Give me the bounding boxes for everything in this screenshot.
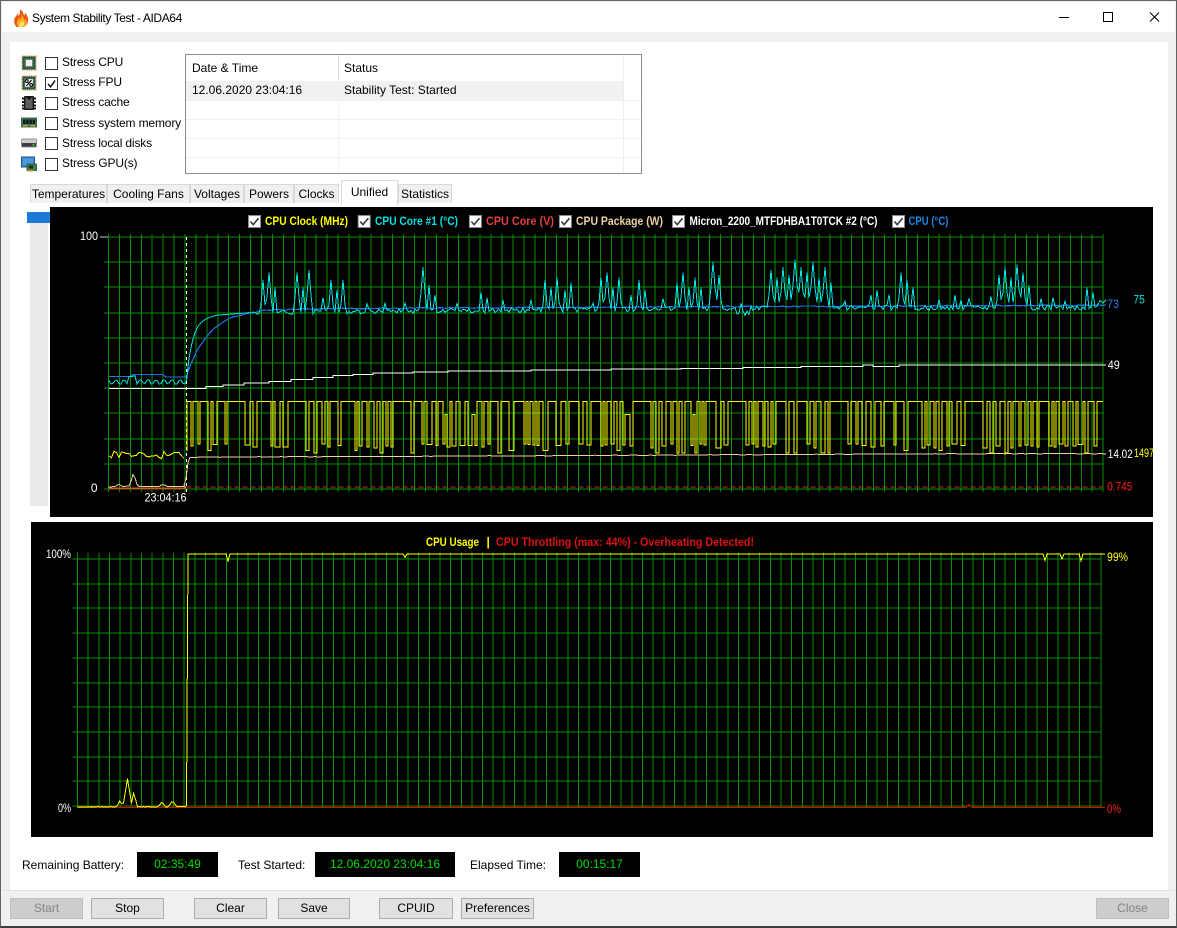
- svg-text:1497: 1497: [1134, 446, 1153, 460]
- svg-text:Micron_2200_MTFDHBA1T0TCK #2 (: Micron_2200_MTFDHBA1T0TCK #2 (°C): [690, 214, 878, 228]
- svg-text:0: 0: [91, 481, 98, 495]
- svg-text:CPU Package (W): CPU Package (W): [576, 214, 663, 228]
- svg-text:49: 49: [1108, 358, 1120, 372]
- svg-text:99%: 99%: [1107, 550, 1128, 564]
- svg-text:CPU Core (V): CPU Core (V): [486, 214, 554, 228]
- svg-text:CPU Clock (MHz): CPU Clock (MHz): [265, 214, 348, 228]
- svg-text:0%: 0%: [58, 801, 71, 815]
- svg-text:CPU Usage: CPU Usage: [426, 535, 479, 549]
- svg-text:CPU Throttling (max: 44%) - Ov: CPU Throttling (max: 44%) - Overheating …: [496, 535, 754, 549]
- svg-text:100%: 100%: [46, 547, 71, 561]
- svg-text:|: |: [487, 535, 490, 549]
- svg-text:100: 100: [80, 229, 98, 243]
- svg-text:14.02: 14.02: [1108, 447, 1133, 461]
- svg-text:0%: 0%: [1107, 802, 1121, 816]
- svg-text:23:04:16: 23:04:16: [145, 491, 187, 505]
- svg-text:CPU Core #1 (°C): CPU Core #1 (°C): [375, 214, 458, 228]
- svg-text:CPU (°C): CPU (°C): [909, 214, 949, 228]
- svg-text:75: 75: [1133, 293, 1145, 307]
- svg-text:73: 73: [1107, 297, 1119, 311]
- svg-text:0.745: 0.745: [1107, 480, 1132, 494]
